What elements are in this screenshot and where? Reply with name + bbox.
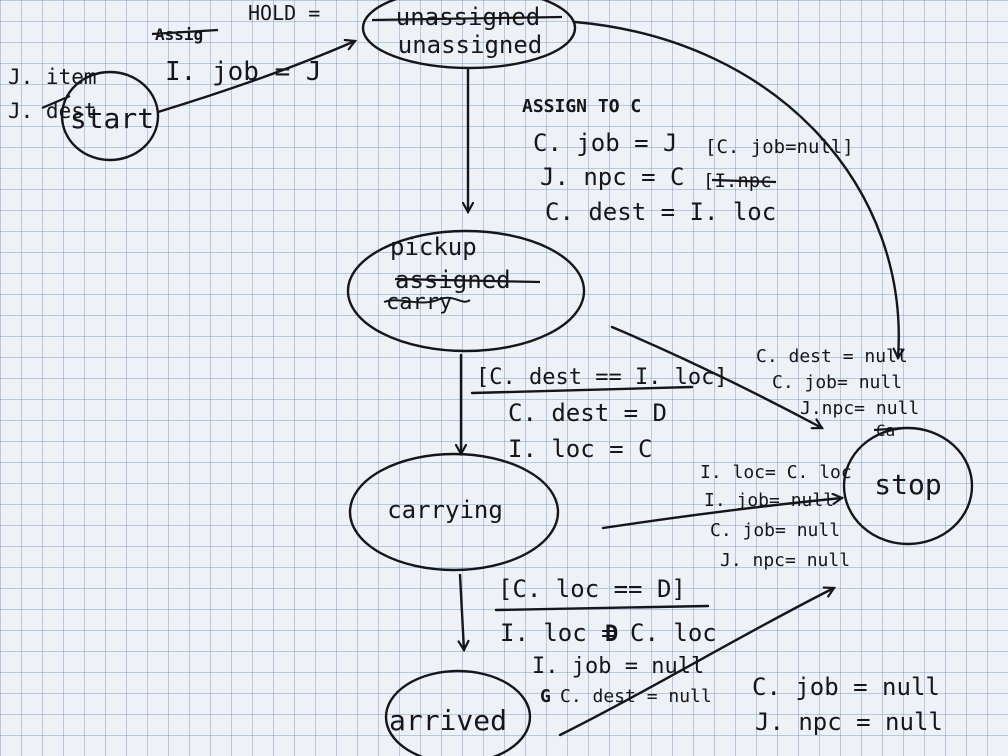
action-text: C. job= null xyxy=(772,372,902,393)
transition-unassigned-pickup-label: ASSIGN TO C C. job = J J. npc = C C. des… xyxy=(522,96,854,226)
hold-label: HOLD = xyxy=(248,1,320,25)
action-text: I. loc = C xyxy=(508,435,653,463)
action-text: J.npc= null xyxy=(800,398,919,419)
transition-carrying-arrived-label: [C. loc == D] I. loc = C. loc D I. job =… xyxy=(494,575,717,707)
transition-arrived-stop-label: C. job = null J. npc = null xyxy=(752,673,943,736)
state-carrying-label: carrying xyxy=(387,496,503,524)
action-text: I. loc= C. loc xyxy=(700,462,852,483)
assign-heading: ASSIGN TO C xyxy=(522,96,641,117)
arrow-carrying-to-arrived xyxy=(460,573,464,650)
guard-text: [C. loc == D] xyxy=(498,575,686,603)
start-notes: J. item J. dest xyxy=(8,65,97,123)
transition-carrying-stop-label: I. loc= C. loc I. job= null C. job= null… xyxy=(700,462,852,571)
action-text: C. dest = null xyxy=(756,346,908,367)
start-note: J. item xyxy=(8,65,97,89)
action-text: I. job = null xyxy=(532,654,704,679)
state-arrived: arrived xyxy=(384,669,532,756)
action-text: C. dest = I. loc xyxy=(545,198,776,226)
guard-underline xyxy=(494,604,710,612)
action-text: J. npc = null xyxy=(755,708,943,736)
struck-text: G xyxy=(540,686,551,707)
state-arrived-label: arrived xyxy=(389,704,507,737)
state-diagram: start unassigned unassigned pickup assig… xyxy=(8,0,974,756)
action-text: I. job = J xyxy=(165,57,322,87)
action-text: J. npc= null xyxy=(720,550,850,571)
struck-text: D xyxy=(605,622,618,647)
state-carrying: carrying xyxy=(348,452,560,572)
guard-text: [C. job=null] xyxy=(705,136,854,158)
action-text: I. job= null xyxy=(704,490,834,511)
state-stop-label: stop xyxy=(874,468,941,501)
action-text: C. job= null xyxy=(710,520,840,541)
state-stop: stop xyxy=(842,426,974,546)
action-text: C. job = null xyxy=(752,673,940,701)
state-unassigned: unassigned unassigned xyxy=(361,0,577,70)
transition-start-unassigned-label: Assig HOLD = I. job = J xyxy=(151,1,322,87)
transition-pickup-carrying-label: [C. dest == I. loc] C. dest = D I. loc =… xyxy=(470,365,728,463)
struck-text: Assig xyxy=(155,25,203,44)
action-text: C. job = J xyxy=(533,129,678,157)
action-text: C. dest = D xyxy=(508,399,667,427)
action-text: C. dest = null xyxy=(560,686,712,707)
action-text: J. npc = C xyxy=(540,163,685,191)
transition-pickup-stop-label: C. dest = null C. job= null J.npc= null … xyxy=(756,346,919,440)
state-pickup-label: pickup xyxy=(390,233,477,261)
state-pickup: pickup assigned carry xyxy=(346,229,586,353)
state-unassigned-label: unassigned xyxy=(398,31,543,59)
